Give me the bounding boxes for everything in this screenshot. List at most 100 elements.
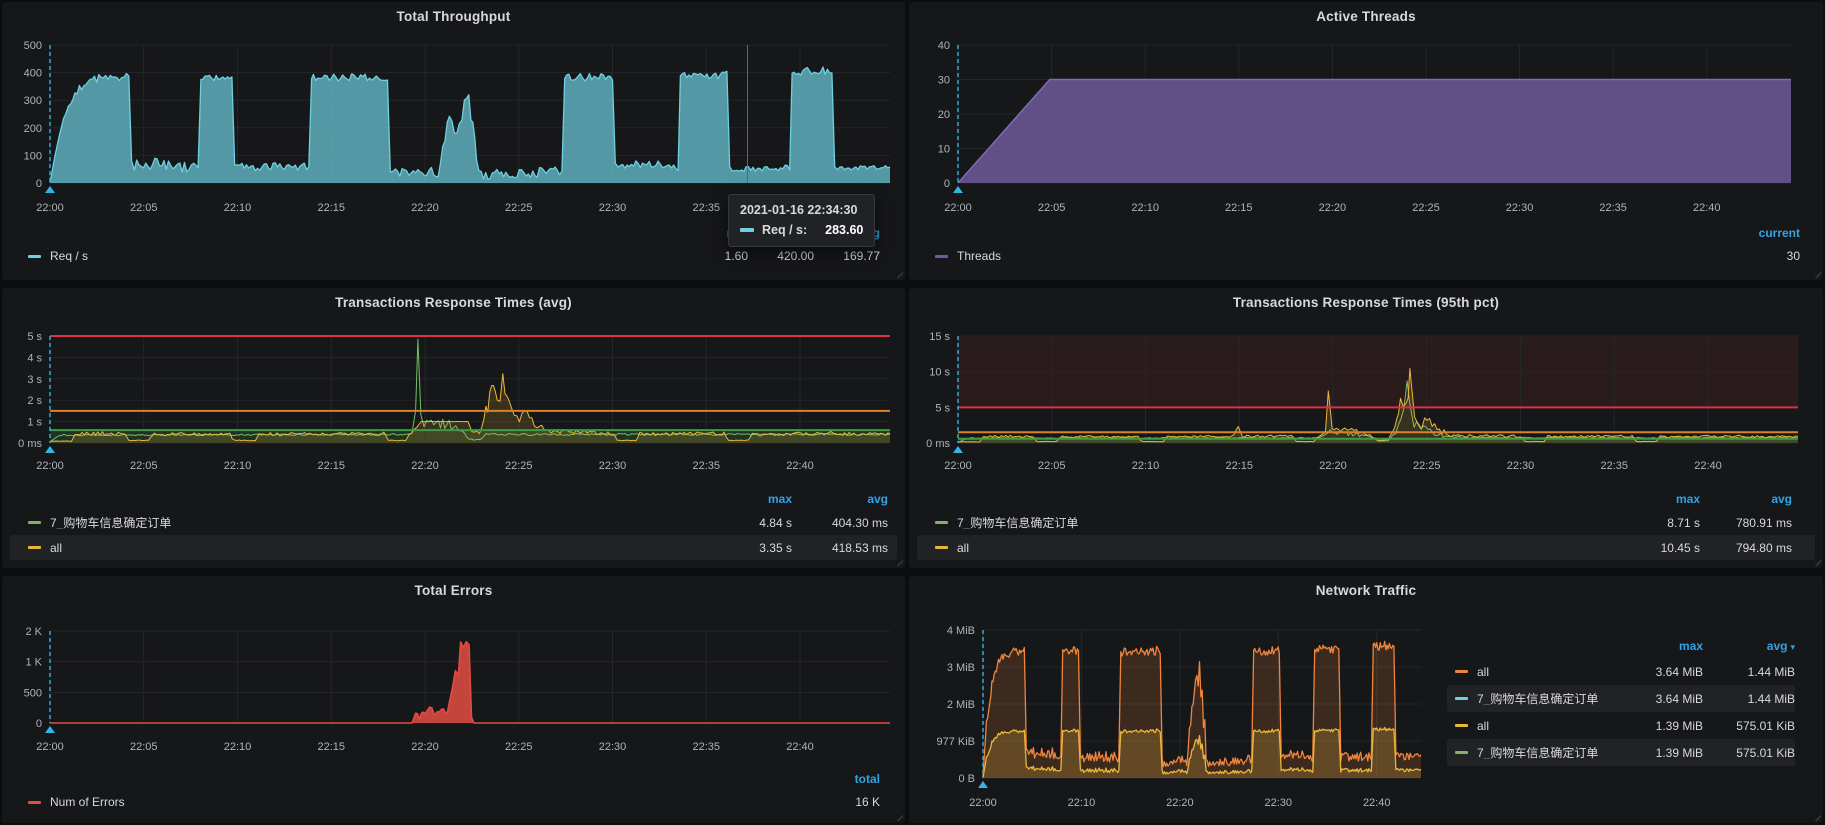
legend-series-label[interactable]: Req / s (50, 250, 682, 262)
svg-text:15 s: 15 s (929, 331, 950, 343)
legend-value: 1.60 (682, 250, 748, 262)
legend-row: 7_购物车信息确定订单4.84 s404.30 ms (10, 510, 897, 535)
grafana-dashboard: { "colors": { "accent_blue": "#33a2e5", … (0, 0, 1825, 825)
svg-text:22:10: 22:10 (1131, 202, 1159, 214)
legend-series-label[interactable]: 7_购物车信息确定订单 (1477, 693, 1617, 705)
legend-sort-header-avg[interactable]: avg▾ (1703, 640, 1795, 652)
legend-series-label[interactable]: all (50, 542, 702, 554)
svg-text:22:40: 22:40 (786, 741, 814, 753)
legend-series-label[interactable]: all (957, 542, 1610, 554)
legend-series-label[interactable]: Num of Errors (50, 796, 810, 808)
legend-header-row: maxavg (10, 488, 897, 510)
legend-value: 1.44 MiB (1703, 693, 1795, 705)
legend-row: all1.39 MiB575.01 KiB (1447, 712, 1795, 739)
svg-text:22:35: 22:35 (692, 741, 720, 753)
svg-text:4 s: 4 s (27, 352, 42, 364)
legend-row: all10.45 s794.80 ms (917, 535, 1815, 560)
panel-title-response-times-95pct[interactable]: Transactions Response Times (95th pct) (909, 288, 1823, 310)
svg-text:2 K: 2 K (25, 626, 42, 638)
svg-text:2 s: 2 s (27, 395, 42, 407)
panel-title-total-throughput[interactable]: Total Throughput (2, 2, 905, 24)
legend-sort-header-avg[interactable]: avg (792, 493, 888, 505)
panel-title-response-times-avg[interactable]: Transactions Response Times (avg) (2, 288, 905, 310)
panel-title-total-errors[interactable]: Total Errors (2, 576, 905, 598)
tooltip-series-value: 283.60 (825, 223, 863, 237)
legend-series-color-dash[interactable] (1455, 751, 1468, 754)
legend-series-color-dash[interactable] (935, 255, 948, 258)
legend-row: all3.64 MiB1.44 MiB (1447, 658, 1795, 685)
svg-text:30: 30 (938, 75, 950, 87)
svg-text:22:30: 22:30 (1506, 202, 1534, 214)
panel-active-threads: Active Threads 01020304022:0022:0522:102… (909, 2, 1823, 280)
svg-text:3 MiB: 3 MiB (947, 662, 975, 674)
legend-series-label[interactable]: all (1477, 720, 1617, 732)
legend-series-color-dash[interactable] (28, 801, 41, 804)
legend-value: 4.84 s (702, 517, 792, 529)
legend-series-color-dash[interactable] (28, 255, 41, 258)
legend-series-color-dash[interactable] (935, 546, 948, 549)
svg-text:22:30: 22:30 (599, 741, 627, 753)
svg-text:500: 500 (24, 687, 42, 699)
tooltip-series-row: Req / s: 283.60 (740, 223, 863, 237)
panel-network-traffic: Network Traffic 0 B977 KiB2 MiB3 MiB4 Mi… (909, 576, 1823, 823)
legend-series-color-dash[interactable] (1455, 697, 1468, 700)
legend-sort-header-max[interactable]: max (1610, 493, 1700, 505)
svg-text:22:05: 22:05 (1038, 202, 1066, 214)
legend-series-label[interactable]: Threads (957, 250, 1730, 262)
svg-text:22:40: 22:40 (786, 460, 814, 472)
legend-sort-header-max[interactable]: max (1617, 640, 1703, 652)
legend-series-color-dash[interactable] (935, 521, 948, 524)
legend-series-label[interactable]: 7_购物车信息确定订单 (50, 517, 702, 529)
legend-header-row: maxavg (917, 488, 1815, 510)
svg-text:20: 20 (938, 109, 950, 121)
legend-series-label[interactable]: 7_购物车信息确定订单 (957, 517, 1610, 529)
legend-value: 8.71 s (1610, 517, 1700, 529)
legend-series-color-dash[interactable] (28, 546, 41, 549)
svg-text:22:30: 22:30 (599, 460, 627, 472)
svg-text:22:00: 22:00 (944, 460, 972, 472)
svg-text:2 MiB: 2 MiB (947, 699, 975, 711)
legend-series-color-dash[interactable] (1455, 670, 1468, 673)
legend-value: 575.01 KiB (1703, 720, 1795, 732)
svg-text:22:25: 22:25 (1413, 460, 1441, 472)
svg-text:22:00: 22:00 (969, 797, 997, 809)
panel-response-times-95pct: Transactions Response Times (95th pct) 0… (909, 288, 1823, 568)
legend-value: 169.77 (814, 250, 880, 262)
legend-value: 30 (1730, 250, 1800, 262)
svg-text:22:30: 22:30 (1507, 460, 1535, 472)
legend-value: 404.30 ms (792, 517, 888, 529)
panel-title-network-traffic[interactable]: Network Traffic (909, 576, 1823, 598)
svg-text:22:00: 22:00 (36, 202, 64, 214)
svg-text:10: 10 (938, 144, 950, 156)
legend-value: 3.64 MiB (1617, 693, 1703, 705)
svg-text:0 B: 0 B (958, 773, 975, 785)
legend-row: Req / s1.60420.00169.77 (10, 244, 897, 268)
legend-sort-header-avg[interactable]: avg (1700, 493, 1792, 505)
legend-row: 7_购物车信息确定订单1.39 MiB575.01 KiB (1447, 739, 1795, 766)
svg-text:0: 0 (36, 718, 42, 730)
svg-text:22:15: 22:15 (317, 741, 345, 753)
legend-series-label[interactable]: all (1477, 666, 1617, 678)
svg-text:22:10: 22:10 (1132, 460, 1160, 472)
svg-text:22:05: 22:05 (1038, 460, 1066, 472)
legend-value: 1.39 MiB (1617, 747, 1703, 759)
legend-sort-header-current[interactable]: current (1730, 227, 1800, 239)
legend-sort-header-max[interactable]: max (702, 493, 792, 505)
svg-text:22:10: 22:10 (224, 460, 252, 472)
legend-value: 3.35 s (702, 542, 792, 554)
legend-series-label[interactable]: 7_购物车信息确定订单 (1477, 747, 1617, 759)
svg-text:22:40: 22:40 (1363, 797, 1391, 809)
svg-text:22:40: 22:40 (1693, 202, 1721, 214)
svg-text:10 s: 10 s (929, 367, 950, 379)
legend-series-color-dash[interactable] (28, 521, 41, 524)
tooltip-series-name: Req / s: (762, 223, 807, 237)
legend-sort-header-total[interactable]: total (810, 773, 880, 785)
panel-title-active-threads[interactable]: Active Threads (909, 2, 1823, 24)
svg-text:22:20: 22:20 (1319, 202, 1347, 214)
legend-row: 7_购物车信息确定订单8.71 s780.91 ms (917, 510, 1815, 535)
legend-value: 1.44 MiB (1703, 666, 1795, 678)
svg-text:22:15: 22:15 (317, 460, 345, 472)
legend-row: all3.35 s418.53 ms (10, 535, 897, 560)
legend-series-color-dash[interactable] (1455, 724, 1468, 727)
legend-header-row: maxavg▾ (1447, 634, 1795, 658)
